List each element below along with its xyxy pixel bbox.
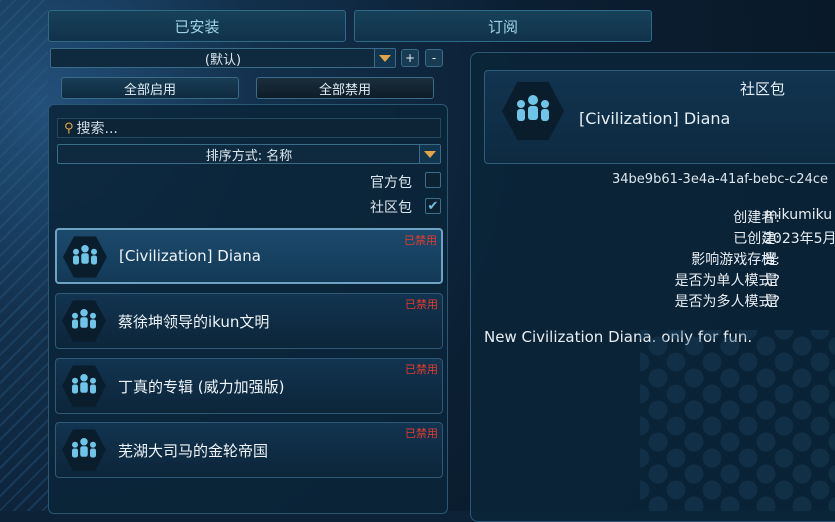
status-badge: 已禁用 <box>405 427 438 440</box>
hex-pattern <box>640 330 835 511</box>
community-pack-icon <box>62 429 106 471</box>
detail-field-value: 是 <box>764 294 778 310</box>
mod-title: 蔡徐坤领导的ikun文明 <box>118 313 270 331</box>
detail-id: 34be9b61-3e4a-41af-bebc-c24ce <box>612 172 828 187</box>
official-filter-checkbox[interactable] <box>425 172 441 188</box>
chevron-down-icon[interactable] <box>419 145 440 163</box>
community-pack-icon <box>62 365 106 407</box>
mod-title: [Civilization] Diana <box>119 247 261 265</box>
remove-profile-button[interactable]: - <box>425 49 443 67</box>
detail-type: 社区包 <box>740 80 786 98</box>
mod-list-item[interactable]: 丁真的专辑 (威力加强版) 已禁用 <box>55 358 443 414</box>
detail-field-label: 是否为单人模式? <box>674 273 780 289</box>
detail-field-label: 影响游戏存档: <box>691 252 780 268</box>
profile-dropdown[interactable]: (默认) <box>50 48 396 68</box>
detail-field-value: mikumiku <box>764 207 833 223</box>
profile-dropdown-value: (默认) <box>204 52 242 68</box>
sort-dropdown-value: 排序方式: 名称 <box>205 148 293 164</box>
detail-field-value: 2023年5月 <box>764 231 835 247</box>
official-filter-label: 官方包 <box>370 175 412 191</box>
checkmark-icon: ✔ <box>427 198 439 214</box>
community-filter-checkbox[interactable]: ✔ <box>425 198 441 214</box>
enable-all-button[interactable]: 全部启用 <box>61 77 239 99</box>
background-pattern <box>0 0 48 511</box>
community-filter-label: 社区包 <box>370 200 412 216</box>
community-pack-icon <box>63 236 107 278</box>
search-placeholder: 搜索... <box>76 121 118 137</box>
status-badge: 已禁用 <box>405 298 438 311</box>
detail-title: [Civilization] Diana <box>579 109 731 128</box>
search-input[interactable]: ⚲ 搜索... <box>57 118 441 138</box>
status-badge: 已禁用 <box>405 363 438 376</box>
detail-field-value: 是 <box>764 273 778 289</box>
detail-field-label: 创建者: <box>733 210 780 226</box>
chevron-down-icon[interactable] <box>374 49 395 67</box>
mod-title: 丁真的专辑 (威力加强版) <box>118 378 285 396</box>
detail-field-label: 是否为多人模式? <box>674 294 780 310</box>
mod-list-item[interactable]: 芜湖大司马的金轮帝国 已禁用 <box>55 422 443 478</box>
mod-list-item[interactable]: [Civilization] Diana 已禁用 <box>55 228 443 284</box>
community-pack-icon <box>62 300 106 342</box>
search-icon: ⚲ <box>64 120 74 136</box>
disable-all-button[interactable]: 全部禁用 <box>256 77 434 99</box>
detail-field-value: 是 <box>764 252 778 268</box>
add-profile-button[interactable]: + <box>401 49 419 67</box>
tab-installed[interactable]: 已安装 <box>48 10 346 42</box>
mod-title: 芜湖大司马的金轮帝国 <box>118 442 269 460</box>
status-badge: 已禁用 <box>404 234 437 247</box>
sort-dropdown[interactable]: 排序方式: 名称 <box>57 144 441 164</box>
detail-field-label: 已创建: <box>733 231 780 247</box>
mod-list-item[interactable]: 蔡徐坤领导的ikun文明 已禁用 <box>55 293 443 349</box>
tab-subscribed[interactable]: 订阅 <box>354 10 652 42</box>
